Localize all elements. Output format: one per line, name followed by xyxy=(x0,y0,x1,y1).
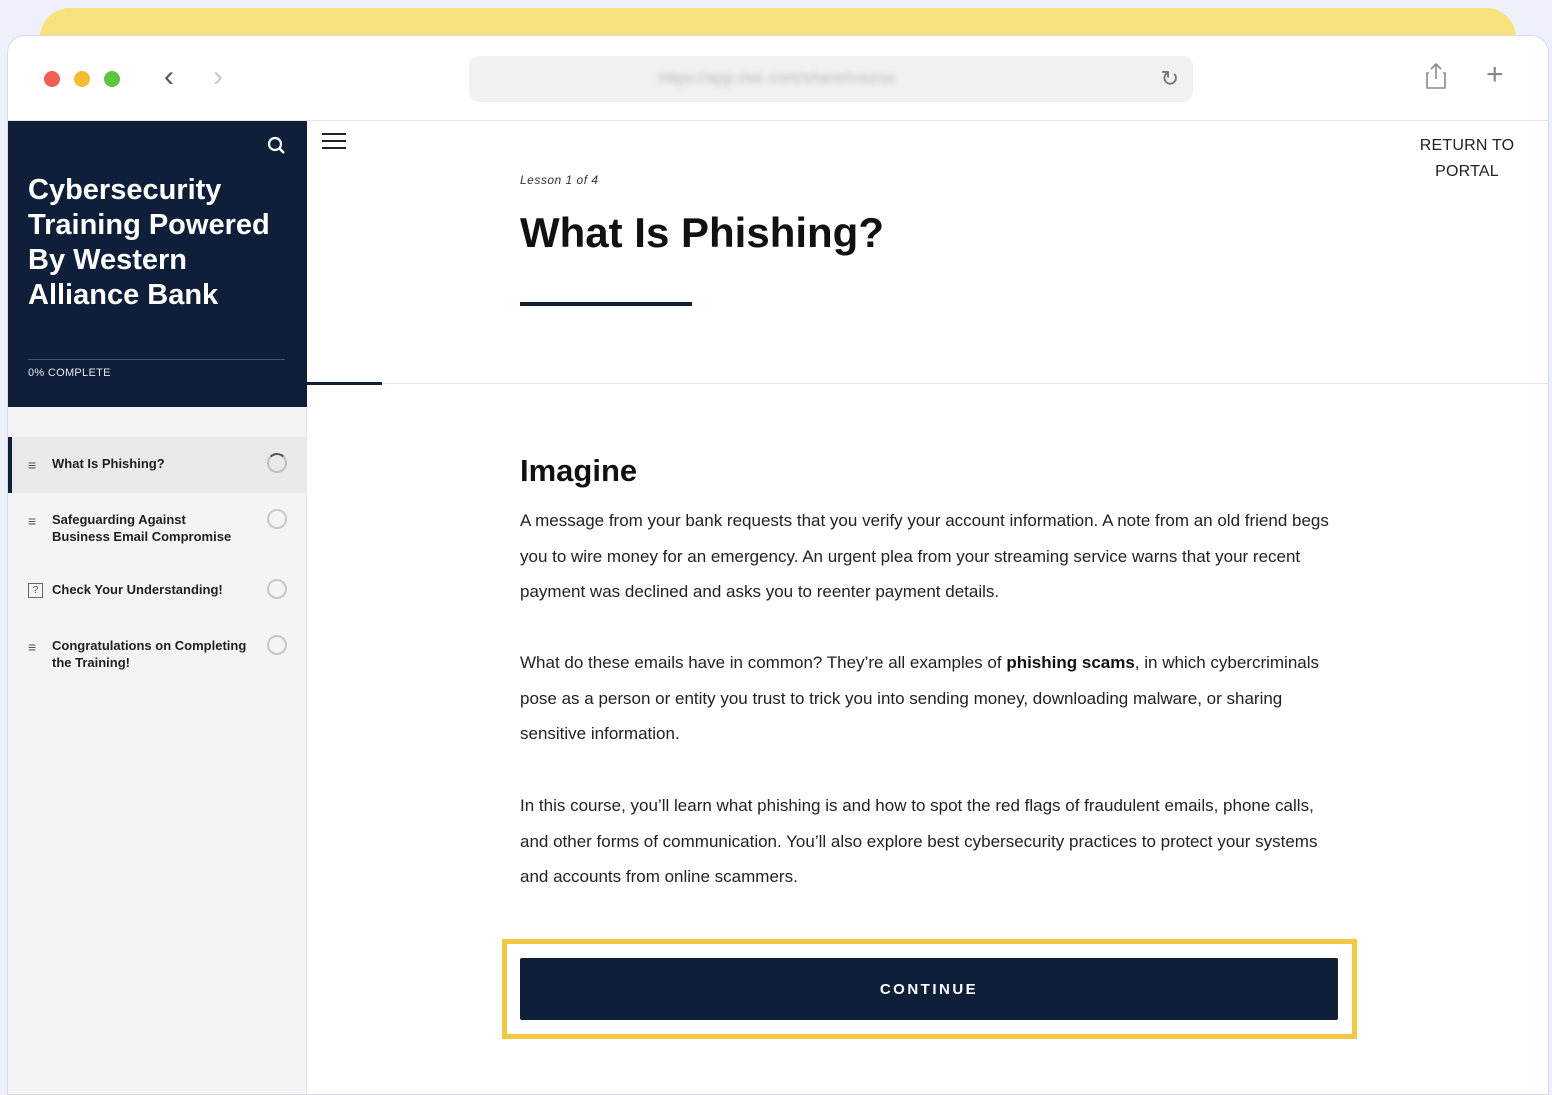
lesson-title: What Is Phishing? xyxy=(520,209,884,256)
header-divider xyxy=(307,383,1548,384)
lesson-label: Safeguarding Against Business Email Comp… xyxy=(52,512,232,544)
incomplete-icon xyxy=(267,579,287,599)
lesson-list: ≡ What Is Phishing? ≡ Safeguarding Again… xyxy=(8,437,307,689)
address-bar[interactable]: https://app.rise.com/share/course ↻ xyxy=(469,56,1193,102)
paragraph: A message from your bank requests that y… xyxy=(520,511,1329,601)
lesson-label: Check Your Understanding! xyxy=(52,582,223,597)
lesson-item-what-is-phishing[interactable]: ≡ What Is Phishing? xyxy=(8,437,307,493)
lesson-item-congratulations[interactable]: ≡ Congratulations on Completing the Trai… xyxy=(8,619,307,689)
paragraph: In this course, you’ll learn what phishi… xyxy=(520,796,1318,886)
course-title: Cybersecurity Training Powered By Wester… xyxy=(28,174,270,311)
menu-icon[interactable] xyxy=(322,133,346,153)
lesson-progress-bar xyxy=(307,382,382,385)
text-lines-icon: ≡ xyxy=(28,457,37,473)
course-progress: 0% COMPLETE xyxy=(28,367,111,379)
text-lines-icon: ≡ xyxy=(28,639,37,655)
browser-window: ‹ › https://app.rise.com/share/course ↻ … xyxy=(7,35,1549,1095)
emphasis: phishing scams xyxy=(1006,653,1135,672)
minimize-window-button[interactable] xyxy=(74,71,90,87)
sidebar-divider xyxy=(28,359,285,360)
lesson-label: Congratulations on Completing the Traini… xyxy=(52,638,247,670)
lesson-label: What Is Phishing? xyxy=(52,456,165,471)
in-progress-icon xyxy=(267,453,287,473)
close-window-button[interactable] xyxy=(44,71,60,87)
quiz-icon: ? xyxy=(28,583,43,598)
browser-toolbar: ‹ › https://app.rise.com/share/course ↻ … xyxy=(8,36,1548,121)
share-icon[interactable] xyxy=(1424,62,1448,97)
search-icon[interactable] xyxy=(266,135,288,157)
lesson-counter: Lesson 1 of 4 xyxy=(520,173,599,187)
lesson-item-check-understanding[interactable]: ? Check Your Understanding! xyxy=(8,563,307,619)
incomplete-icon xyxy=(267,509,287,529)
sidebar-header: Cybersecurity Training Powered By Wester… xyxy=(8,121,307,407)
back-icon[interactable]: ‹ xyxy=(164,62,174,92)
course-sidebar: Cybersecurity Training Powered By Wester… xyxy=(8,121,307,1094)
paragraph: What do these emails have in common? The… xyxy=(520,653,1320,743)
maximize-window-button[interactable] xyxy=(104,71,120,87)
incomplete-icon xyxy=(267,635,287,655)
forward-icon[interactable]: › xyxy=(213,62,223,92)
new-tab-icon[interactable]: + xyxy=(1486,58,1504,92)
title-underline xyxy=(520,302,692,306)
section-heading: Imagine xyxy=(520,453,638,488)
return-to-portal-link[interactable]: RETURN TO PORTAL xyxy=(1417,133,1517,185)
lesson-item-business-email-compromise[interactable]: ≡ Safeguarding Against Business Email Co… xyxy=(8,493,307,563)
reload-icon[interactable]: ↻ xyxy=(1161,66,1179,92)
address-text: https://app.rise.com/share/course xyxy=(659,70,896,87)
text-lines-icon: ≡ xyxy=(28,513,37,529)
lesson-content: RETURN TO PORTAL Lesson 1 of 4 What Is P… xyxy=(307,121,1548,1094)
continue-button[interactable]: CONTINUE xyxy=(520,958,1338,1020)
